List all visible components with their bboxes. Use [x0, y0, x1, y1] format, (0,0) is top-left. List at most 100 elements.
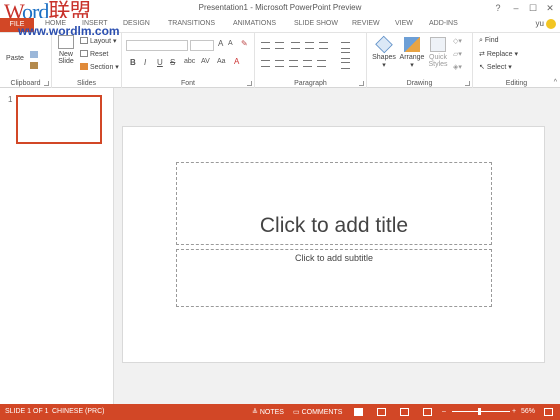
columns-icon[interactable] — [317, 60, 326, 67]
smartart-icon[interactable] — [341, 62, 350, 69]
zoom-slider-track[interactable] — [452, 411, 510, 412]
font-size-combo[interactable] — [190, 40, 214, 51]
shape-effects-icon[interactable]: ◈▾ — [453, 63, 462, 71]
comments-button[interactable]: ▭ COMMENTS — [293, 408, 342, 416]
bold-button[interactable]: B — [130, 58, 136, 67]
new-slide-button[interactable]: New Slide — [54, 35, 78, 65]
group-drawing: Shapes ▾ Arrange ▾ Quick Styles ◇▾ ▱▾ ◈▾… — [367, 33, 473, 88]
zoom-out-icon[interactable]: – — [442, 408, 446, 415]
feedback-smile-icon[interactable] — [546, 19, 556, 29]
section-label: Section — [90, 64, 114, 71]
layout-button[interactable]: Layout ▾ — [80, 37, 117, 45]
char-spacing-icon[interactable]: AV — [201, 58, 210, 65]
replace-icon: ⇄ — [479, 51, 487, 58]
tab-review[interactable]: REVIEW — [352, 20, 380, 27]
align-text-icon[interactable] — [341, 52, 350, 59]
group-label-font: Font — [180, 80, 195, 87]
slide-show-icon[interactable] — [423, 408, 432, 416]
restore-button[interactable]: ☐ — [527, 2, 539, 14]
tab-design[interactable]: DESIGN — [123, 20, 150, 27]
zoom-in-icon[interactable]: + — [512, 408, 516, 415]
paste-button[interactable]: Paste — [4, 55, 26, 62]
increase-indent-icon[interactable] — [305, 42, 314, 49]
font-color-icon[interactable]: A — [234, 57, 239, 66]
numbering-icon[interactable] — [275, 42, 284, 49]
find-button[interactable]: ⌕ Find — [479, 37, 499, 45]
font-launcher-icon[interactable] — [247, 81, 252, 86]
slide-thumbnail[interactable] — [16, 95, 102, 144]
normal-view-icon[interactable] — [354, 408, 363, 416]
comments-label: COMMENTS — [301, 409, 343, 416]
cut-button[interactable] — [30, 51, 40, 59]
format-painter-button[interactable] — [30, 62, 40, 70]
justify-icon[interactable] — [303, 60, 312, 67]
window-title: Presentation1 - Microsoft PowerPoint Pre… — [198, 3, 362, 12]
group-label-slides: Slides — [76, 80, 97, 87]
notes-button[interactable]: ≜ NOTES — [252, 408, 284, 416]
clipboard-launcher-icon[interactable] — [44, 81, 49, 86]
decrease-indent-icon[interactable] — [291, 42, 300, 49]
arrange-button[interactable]: Arrange ▾ — [398, 37, 426, 69]
change-case-icon[interactable]: Aa — [217, 58, 226, 65]
font-name-combo[interactable] — [126, 40, 188, 51]
underline-button[interactable]: U — [157, 58, 163, 67]
align-left-icon[interactable] — [261, 60, 270, 67]
group-font: A A ✎ B I U S abc AV Aa A Font — [122, 33, 255, 88]
subtitle-placeholder-text: Click to add subtitle — [294, 253, 374, 263]
minimize-button[interactable]: – — [510, 2, 522, 14]
new-slide-label: New — [58, 51, 73, 58]
reset-icon — [80, 50, 88, 57]
select-label: Select — [486, 64, 507, 71]
tab-slide-show[interactable]: SLIDE SHOW — [294, 20, 338, 27]
notes-label: NOTES — [259, 409, 284, 416]
drawing-launcher-icon[interactable] — [465, 81, 470, 86]
status-bar: SLIDE 1 OF 1 CHINESE (PRC) ≜ NOTES ▭ COM… — [0, 404, 560, 420]
fit-slide-icon[interactable] — [544, 408, 553, 416]
select-button[interactable]: ↖ Select ▾ — [479, 63, 512, 71]
tab-transitions[interactable]: TRANSITIONS — [168, 20, 215, 27]
clear-formatting-icon[interactable]: ✎ — [241, 39, 248, 48]
text-direction-icon[interactable] — [341, 42, 350, 49]
tab-add-ins[interactable]: ADD-INS — [429, 20, 458, 27]
align-center-icon[interactable] — [275, 60, 284, 67]
language-indicator[interactable]: CHINESE (PRC) — [52, 408, 105, 415]
quick-styles-label: Quick — [429, 54, 447, 61]
close-button[interactable]: ✕ — [544, 2, 556, 14]
comment-icon: ▭ — [293, 409, 302, 416]
line-spacing-icon[interactable] — [319, 42, 328, 49]
zoom-level[interactable]: 56% — [521, 408, 535, 415]
strikethrough-button[interactable]: S — [170, 58, 175, 67]
group-label-drawing: Drawing — [406, 80, 433, 87]
italic-button[interactable]: I — [144, 58, 146, 67]
slide[interactable]: Click to add title Click to add subtitle — [122, 126, 545, 363]
align-right-icon[interactable] — [289, 60, 298, 67]
shrink-font-button[interactable]: A — [228, 40, 233, 47]
tab-animations[interactable]: ANIMATIONS — [233, 20, 276, 27]
notes-icon: ≜ — [252, 409, 260, 416]
shapes-dropdown-icon: ▾ — [382, 62, 386, 69]
title-placeholder[interactable]: Click to add title — [176, 162, 492, 245]
help-button[interactable]: ? — [492, 2, 504, 14]
grow-font-button[interactable]: A — [218, 39, 223, 48]
shape-fill-icon[interactable]: ◇▾ — [453, 37, 462, 45]
shapes-button[interactable]: Shapes ▾ — [371, 35, 397, 69]
thumbnail-number: 1 — [8, 95, 13, 104]
collapse-ribbon-icon[interactable]: ^ — [554, 79, 557, 86]
bullets-icon[interactable] — [261, 42, 270, 49]
reading-view-icon[interactable] — [400, 408, 409, 416]
subtitle-placeholder[interactable]: Click to add subtitle — [176, 249, 492, 307]
arrange-label: Arrange — [399, 54, 425, 61]
shadow-button[interactable]: abc — [184, 58, 195, 65]
shape-outline-icon[interactable]: ▱▾ — [453, 50, 462, 58]
replace-button[interactable]: ⇄ Replace ▾ — [479, 50, 518, 58]
zoom-slider-thumb[interactable] — [478, 408, 481, 415]
group-paragraph: Paragraph — [255, 33, 367, 88]
reset-button[interactable]: Reset — [80, 50, 108, 58]
slide-sorter-icon[interactable] — [377, 408, 386, 416]
tab-view[interactable]: VIEW — [395, 20, 413, 27]
user-name[interactable]: yu — [536, 19, 544, 28]
slide-count: SLIDE 1 OF 1 — [5, 408, 49, 415]
paragraph-launcher-icon[interactable] — [359, 81, 364, 86]
quick-styles-button[interactable]: Quick Styles — [426, 37, 450, 68]
section-button[interactable]: Section ▾ — [80, 63, 119, 71]
